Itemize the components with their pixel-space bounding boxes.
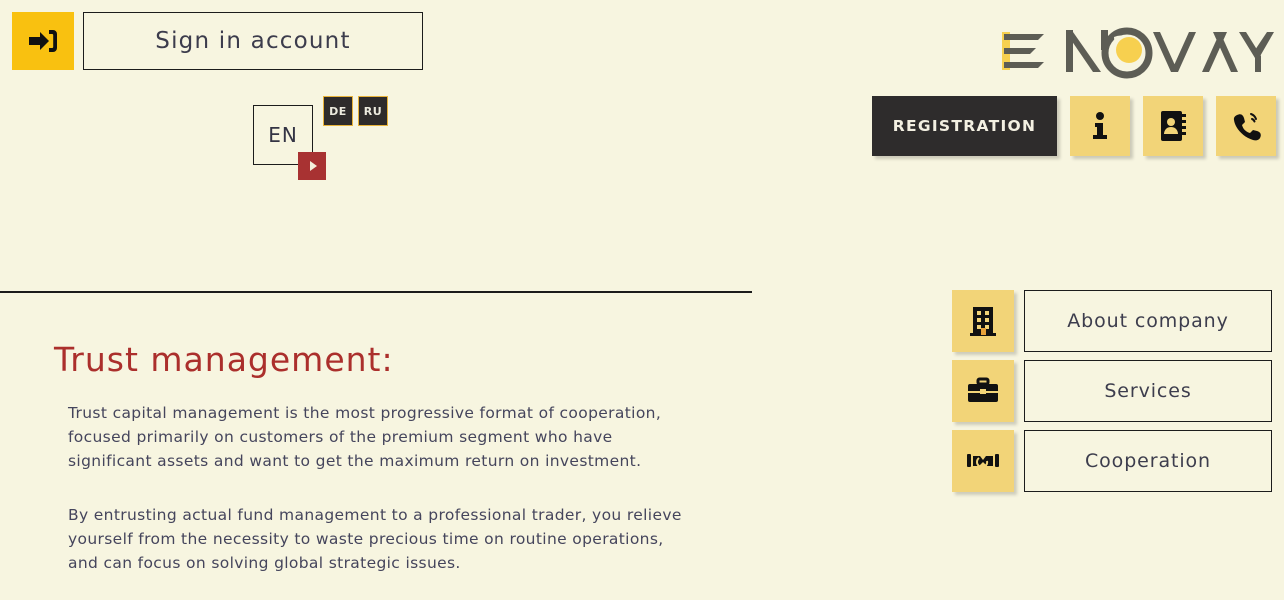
nav-row-about-company: About company [952,290,1272,352]
nav-label-about-company: About company [1067,310,1229,332]
main-content: Trust management: Trust capital manageme… [54,340,714,575]
building-icon [969,305,997,337]
language-option-ru-label: RU [363,104,383,118]
phone-button[interactable] [1216,96,1276,156]
info-icon [1087,111,1113,141]
sign-in-account-label: Sign in account [155,28,351,54]
play-triangle-icon [309,161,317,171]
signin-group: Sign in account [12,12,423,70]
paragraph-1: Trust capital management is the most pro… [68,404,662,470]
nav-label-cooperation: Cooperation [1084,450,1211,472]
nav-icon-button-cooperation[interactable] [952,430,1014,492]
info-button[interactable] [1070,96,1130,156]
phone-ring-icon [1231,111,1261,141]
language-option-ru[interactable]: RU [358,96,388,126]
language-dropdown-toggle[interactable] [298,152,326,180]
registration-group: REGISTRATION [872,96,1276,156]
logo-icon [1002,27,1274,79]
nav-label-services: Services [1104,380,1192,402]
language-option-de[interactable]: DE [323,96,353,126]
briefcase-icon [967,377,999,405]
nav-icon-button-services[interactable] [952,360,1014,422]
sign-in-icon-button[interactable] [12,12,74,70]
sign-in-icon [28,27,58,55]
nav-button-about-company[interactable]: About company [1024,290,1272,352]
nav-row-services: Services [952,360,1272,422]
handshake-icon [966,449,1000,473]
site-logo[interactable] [974,8,1274,84]
nav-icon-button-about-company[interactable] [952,290,1014,352]
address-book-icon [1158,110,1188,142]
nav-button-cooperation[interactable]: Cooperation [1024,430,1272,492]
nav-button-services[interactable]: Services [1024,360,1272,422]
language-current-label: EN [268,123,298,147]
language-option-de-label: DE [329,104,347,118]
registration-label: REGISTRATION [892,117,1037,135]
nav-row-cooperation: Cooperation [952,430,1272,492]
contacts-button[interactable] [1143,96,1203,156]
paragraph-2: By entrusting actual fund management to … [68,506,682,572]
page-title: Trust management: [54,340,394,379]
registration-button[interactable]: REGISTRATION [872,96,1057,156]
header-divider [0,291,752,293]
sign-in-account-button[interactable]: Sign in account [83,12,423,70]
right-nav: About company Services Cooperation [952,290,1272,500]
